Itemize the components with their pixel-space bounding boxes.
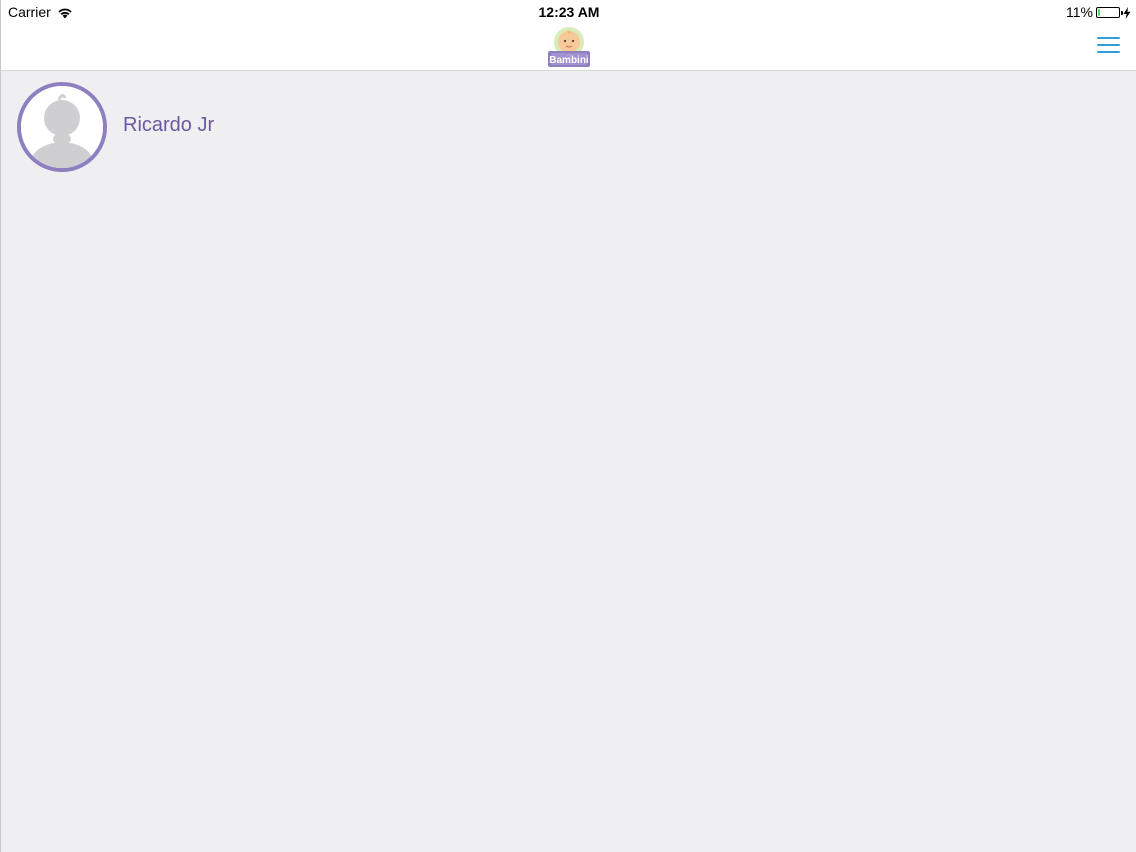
battery-icon: [1096, 6, 1123, 18]
avatar[interactable]: [17, 82, 107, 172]
menu-line-bottom: [1097, 51, 1120, 53]
status-bar: Carrier 12:23 AM 11%: [1, 0, 1136, 24]
child-profile-row[interactable]: Ricardo Jr: [17, 82, 214, 172]
menu-line-top: [1097, 37, 1120, 39]
hamburger-menu-icon[interactable]: [1097, 37, 1121, 55]
app-screen: Carrier 12:23 AM 11% ··· Bambini Ricardo…: [0, 0, 1136, 852]
logo-wordmark: Bambini: [549, 55, 589, 66]
battery-percent: 11%: [1066, 4, 1093, 20]
baby-silhouette-icon: [21, 86, 103, 168]
bolt-icon: [1123, 6, 1131, 19]
menu-line-middle: [1097, 44, 1120, 46]
battery-level-fill: [1098, 8, 1100, 16]
status-time: 12:23 AM: [538, 4, 600, 20]
bambini-logo: ··· Bambini: [546, 26, 592, 68]
navigation-bar: ··· Bambini: [1, 24, 1136, 71]
battery-group: 11%: [1066, 4, 1131, 20]
child-name: Ricardo Jr: [123, 113, 215, 136]
